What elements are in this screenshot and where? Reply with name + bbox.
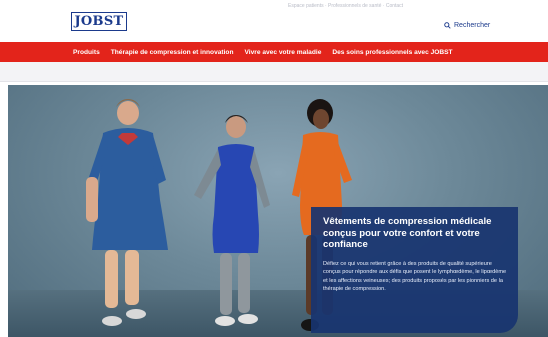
nav-item-soins[interactable]: Des soins professionnels avec JOBST bbox=[332, 49, 452, 56]
model-denim-dress bbox=[86, 99, 168, 326]
nav-item-therapie[interactable]: Thérapie de compression et innovation bbox=[111, 49, 234, 56]
hero-text-panel: Vêtements de compression médicale conçus… bbox=[311, 207, 518, 333]
nav-item-vivre[interactable]: Vivre avec votre maladie bbox=[245, 49, 322, 56]
search-label: Rechercher bbox=[454, 22, 491, 29]
site-header: JOBST Espace patients · Professionnels d… bbox=[0, 0, 548, 42]
hero-title: Vêtements de compression médicale conçus… bbox=[323, 216, 492, 250]
nav-item-produits[interactable]: Produits bbox=[73, 49, 100, 56]
model-blue-dress bbox=[194, 115, 270, 326]
search-button[interactable]: Rechercher bbox=[444, 22, 490, 29]
sub-nav-band bbox=[0, 62, 548, 82]
hero-banner: Vêtements de compression médicale conçus… bbox=[8, 85, 548, 337]
hero-description: Défiez ce qui vous retient grâce à des p… bbox=[323, 260, 507, 293]
main-navigation: Produits Thérapie de compression et inno… bbox=[0, 42, 548, 62]
search-icon bbox=[444, 22, 451, 29]
jobst-logo[interactable]: JOBST bbox=[71, 12, 127, 31]
utility-links[interactable]: Espace patients · Professionnels de sant… bbox=[288, 3, 488, 11]
logo-text: JOBST bbox=[74, 14, 124, 29]
